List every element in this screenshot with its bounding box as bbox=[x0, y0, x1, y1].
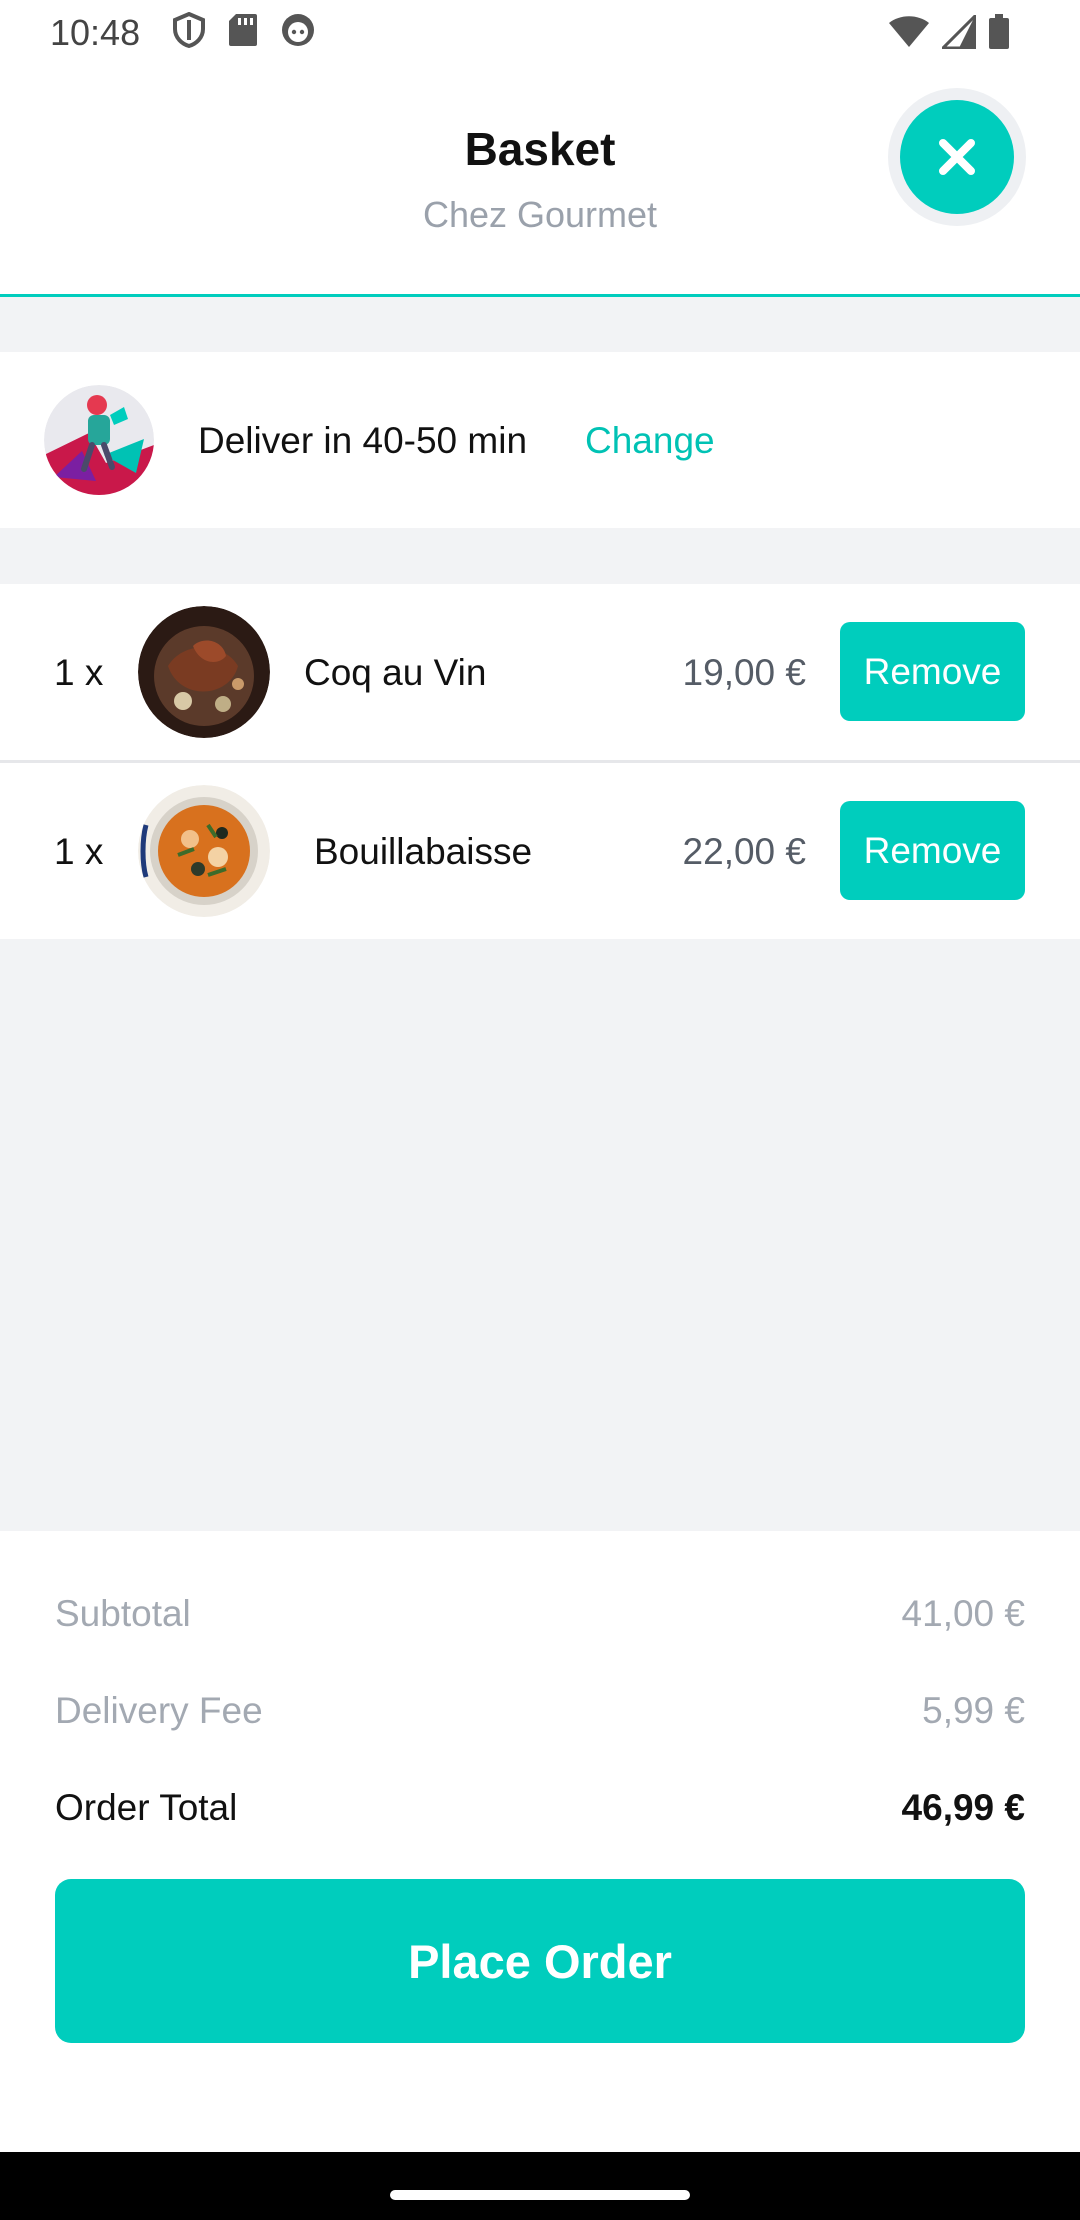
status-icons-left bbox=[172, 12, 316, 48]
basket-item: 1 x Coq au Vin 19,00 € Remove bbox=[0, 584, 1080, 760]
battery-icon bbox=[989, 14, 1009, 49]
item-quantity: 1 x bbox=[54, 831, 104, 872]
delivery-time-row: Deliver in 40-50 min Change bbox=[0, 352, 1080, 528]
remove-item-button[interactable]: Remove bbox=[840, 801, 1025, 900]
delivery-rider-icon bbox=[44, 385, 154, 495]
status-icons-right bbox=[888, 14, 1010, 50]
basket-header: Basket Chez Gourmet bbox=[0, 66, 1080, 296]
item-name: Coq au Vin bbox=[304, 652, 487, 693]
shield-icon bbox=[173, 12, 205, 48]
wifi-icon bbox=[889, 16, 929, 47]
change-delivery-link[interactable]: Change bbox=[585, 420, 715, 462]
subtotal-value: 41,00 € bbox=[901, 1593, 1025, 1634]
basket-item: 1 x Bouillabaisse 22,00 € Remove bbox=[0, 760, 1080, 939]
android-face-icon bbox=[282, 14, 314, 46]
subtotal-label: Subtotal bbox=[55, 1593, 191, 1634]
order-total-label: Order Total bbox=[55, 1787, 238, 1828]
basket-item-list: 1 x Coq au Vin 19,00 € Remove 1 x Bouill… bbox=[0, 584, 1080, 939]
subtotal-row: Subtotal 41,00 € bbox=[55, 1593, 1025, 1635]
home-gesture-handle[interactable] bbox=[390, 2190, 690, 2200]
item-quantity: 1 x bbox=[54, 652, 104, 693]
order-total-row: Order Total 46,99 € bbox=[55, 1787, 1025, 1829]
delivery-fee-value: 5,99 € bbox=[922, 1690, 1025, 1731]
close-icon bbox=[939, 139, 975, 175]
delivery-fee-label: Delivery Fee bbox=[55, 1690, 263, 1731]
status-time: 10:48 bbox=[50, 12, 141, 53]
item-price: 19,00 € bbox=[682, 652, 806, 693]
order-total-value: 46,99 € bbox=[901, 1787, 1025, 1828]
item-name: Bouillabaisse bbox=[314, 831, 533, 872]
sd-card-icon bbox=[229, 14, 257, 46]
item-photo-bouillabaisse bbox=[138, 785, 270, 917]
status-bar: 10:48 bbox=[0, 0, 1080, 66]
item-price: 22,00 € bbox=[682, 831, 806, 872]
remove-item-button[interactable]: Remove bbox=[840, 622, 1025, 721]
close-button[interactable] bbox=[900, 100, 1014, 214]
order-summary: Subtotal 41,00 € Delivery Fee 5,99 € Ord… bbox=[0, 1531, 1080, 2151]
item-photo-coq-au-vin bbox=[138, 606, 270, 738]
delivery-estimate: Deliver in 40-50 min bbox=[198, 420, 528, 461]
system-nav-bar bbox=[0, 2152, 1080, 2220]
delivery-fee-row: Delivery Fee 5,99 € bbox=[55, 1690, 1025, 1732]
cell-signal-icon bbox=[942, 15, 976, 49]
place-order-button[interactable]: Place Order bbox=[55, 1879, 1025, 2043]
